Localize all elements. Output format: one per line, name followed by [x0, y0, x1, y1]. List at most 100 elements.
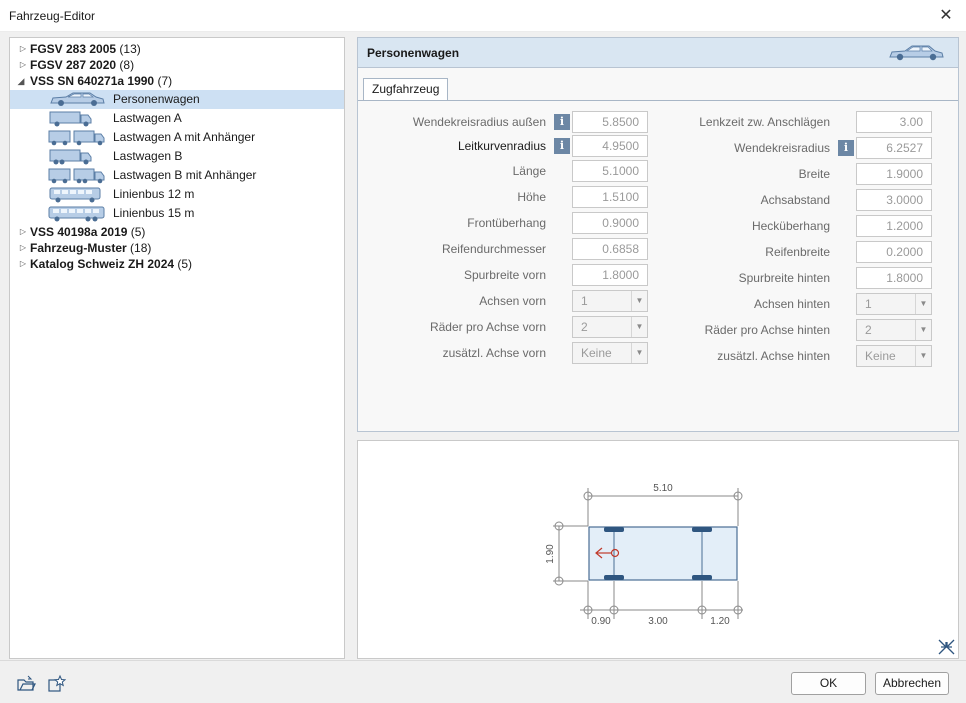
- tree-item-linienbus-15m[interactable]: Linienbus 15 m: [10, 204, 344, 223]
- favorite-icon[interactable]: [46, 674, 66, 694]
- wheel-front-left: [604, 527, 624, 532]
- tree-group-count: (5): [177, 257, 193, 271]
- open-folder-icon[interactable]: [16, 674, 36, 694]
- info-icon[interactable]: i: [838, 140, 854, 156]
- field-label: zusätzl. Achse hinten: [717, 349, 830, 363]
- expand-arrow-icon[interactable]: ▷: [18, 224, 28, 240]
- expand-arrow-icon[interactable]: ▷: [18, 240, 28, 256]
- expand-arrow-icon[interactable]: ▷: [18, 41, 28, 57]
- field-label: Reifendurchmesser: [441, 242, 546, 256]
- reifenbreite-field[interactable]: 0.2000: [856, 241, 932, 263]
- rear-overhang-label: 1.20: [710, 616, 730, 627]
- select-value: Keine: [581, 346, 612, 360]
- field-label: Spurbreite vorn: [463, 268, 546, 282]
- select-value: 1: [865, 297, 872, 311]
- tree-group-name: Fahrzeug-Muster: [30, 241, 127, 255]
- achsen-hinten-select[interactable]: 1 ▼: [856, 293, 932, 315]
- expand-arrow-icon[interactable]: ▷: [18, 256, 28, 272]
- tree-item-lastwagen-b-mit-anhaenger[interactable]: Lastwagen B mit Anhänger: [10, 166, 344, 185]
- info-icon[interactable]: i: [554, 114, 570, 130]
- wheelbase-label: 3.00: [648, 616, 668, 627]
- chevron-down-icon[interactable]: ▼: [631, 291, 647, 311]
- raeder-pro-achse-vorn-select[interactable]: 2 ▼: [572, 316, 648, 338]
- vehicle-tree[interactable]: ▷ FGSV 283 2005 (13) ▷ FGSV 287 2020 (8)…: [9, 37, 345, 659]
- tree-item-label: Lastwagen A mit Anhänger: [113, 130, 256, 144]
- wendekreisradius-field[interactable]: 6.2527: [856, 137, 932, 159]
- field-label: Achsen vorn: [479, 294, 546, 308]
- wheel-rear-right: [692, 575, 712, 580]
- chevron-down-icon[interactable]: ▼: [915, 346, 931, 366]
- tree-group-name: VSS 40198a 2019: [30, 225, 128, 239]
- tree-item-personenwagen[interactable]: Personenwagen: [10, 90, 344, 109]
- button-bar: OK Abbrechen: [0, 660, 966, 703]
- raeder-pro-achse-hinten-select[interactable]: 2 ▼: [856, 319, 932, 341]
- laenge-field[interactable]: 5.1000: [572, 160, 648, 182]
- tab-zugfahrzeug[interactable]: Zugfahrzeug: [363, 78, 449, 101]
- tree-group-vss-sn-640271a-1990[interactable]: ◢ VSS SN 640271a 1990 (7): [10, 73, 344, 89]
- tree-group-fgsv-283-2005[interactable]: ▷ FGSV 283 2005 (13): [10, 41, 344, 57]
- chevron-down-icon[interactable]: ▼: [631, 317, 647, 337]
- select-value: 2: [865, 323, 872, 337]
- field-label: Spurbreite hinten: [738, 271, 830, 285]
- cancel-button[interactable]: Abbrechen: [875, 672, 949, 695]
- select-value: Keine: [865, 349, 896, 363]
- field-row-achsabstand: Achsabstand 3.0000: [658, 189, 958, 211]
- zusaetzl-achse-vorn-select[interactable]: Keine ▼: [572, 342, 648, 364]
- field-row-achsen-vorn: Achsen vorn 1 ▼: [358, 290, 658, 312]
- tree-group-name: FGSV 283 2005: [30, 42, 117, 56]
- truck-icon: [49, 111, 92, 127]
- field-row-raeder-pro-achse-vorn: Räder pro Achse vorn 2 ▼: [358, 316, 658, 338]
- heckueberhang-field[interactable]: 1.2000: [856, 215, 932, 237]
- bus-icon: [48, 206, 105, 222]
- tree-group-fgsv-287-2020[interactable]: ▷ FGSV 287 2020 (8): [10, 57, 344, 73]
- window-title: Fahrzeug-Editor: [9, 9, 96, 23]
- ok-button[interactable]: OK: [791, 672, 866, 695]
- wheel-front-right: [604, 575, 624, 580]
- collapse-icon[interactable]: [938, 639, 955, 655]
- tree-group-katalog-schweiz-zh-2024[interactable]: ▷ Katalog Schweiz ZH 2024 (5): [10, 256, 344, 272]
- chevron-down-icon[interactable]: ▼: [915, 320, 931, 340]
- leitkurvenradius-field[interactable]: 4.9500: [572, 135, 648, 157]
- expand-arrow-icon[interactable]: ▷: [18, 57, 28, 73]
- chevron-down-icon[interactable]: ▼: [915, 294, 931, 314]
- car-icon: [50, 92, 105, 106]
- tree-item-lastwagen-a-mit-anhaenger[interactable]: Lastwagen A mit Anhänger: [10, 128, 344, 147]
- tree-item-lastwagen-b[interactable]: Lastwagen B: [10, 147, 344, 166]
- tree-group-vss-40198a-2019[interactable]: ▷ VSS 40198a 2019 (5): [10, 224, 344, 240]
- field-row-reifenbreite: Reifenbreite 0.2000: [658, 241, 958, 263]
- dialog-body: ▷ FGSV 283 2005 (13) ▷ FGSV 287 2020 (8)…: [0, 32, 966, 660]
- select-value: 2: [581, 320, 588, 334]
- lenkzeit-field[interactable]: 3.00: [856, 111, 932, 133]
- wendekreisradius-aussen-field[interactable]: 5.8500: [572, 111, 648, 133]
- spurbreite-vorn-field[interactable]: 1.8000: [572, 264, 648, 286]
- chevron-down-icon[interactable]: ▼: [631, 343, 647, 363]
- truck-trailer-icon: [48, 168, 105, 184]
- field-label: Hecküberhang: [751, 219, 830, 233]
- collapse-arrow-icon[interactable]: ◢: [16, 73, 26, 89]
- info-icon[interactable]: i: [554, 138, 570, 154]
- zusaetzl-achse-hinten-select[interactable]: Keine ▼: [856, 345, 932, 367]
- field-label: Reifenbreite: [765, 245, 830, 259]
- close-icon[interactable]: ✕: [932, 4, 960, 28]
- field-label: Länge: [512, 164, 546, 178]
- tree-item-lastwagen-a[interactable]: Lastwagen A: [10, 109, 344, 128]
- achsabstand-field[interactable]: 3.0000: [856, 189, 932, 211]
- tree-group-fahrzeug-muster[interactable]: ▷ Fahrzeug-Muster (18): [10, 240, 344, 256]
- tree-group-count: (5): [130, 225, 146, 239]
- spurbreite-hinten-field[interactable]: 1.8000: [856, 267, 932, 289]
- reifendurchmesser-field[interactable]: 0.6858: [572, 238, 648, 260]
- tree-item-label: Lastwagen B: [113, 149, 183, 163]
- achsen-vorn-select[interactable]: 1 ▼: [572, 290, 648, 312]
- hoehe-field[interactable]: 1.5100: [572, 186, 648, 208]
- breite-field[interactable]: 1.9000: [856, 163, 932, 185]
- field-row-hoehe: Höhe 1.5100: [358, 186, 658, 208]
- truck-icon: [49, 149, 92, 165]
- field-label: Räder pro Achse hinten: [704, 323, 830, 337]
- tree-item-label: Linienbus 12 m: [113, 187, 195, 201]
- frontueberhang-field[interactable]: 0.9000: [572, 212, 648, 234]
- field-label: Höhe: [517, 190, 546, 204]
- tree-group-count: (18): [130, 241, 152, 255]
- tree-item-linienbus-12m[interactable]: Linienbus 12 m: [10, 185, 344, 204]
- field-label: Breite: [798, 167, 830, 181]
- tree-item-label: Linienbus 15 m: [113, 206, 195, 220]
